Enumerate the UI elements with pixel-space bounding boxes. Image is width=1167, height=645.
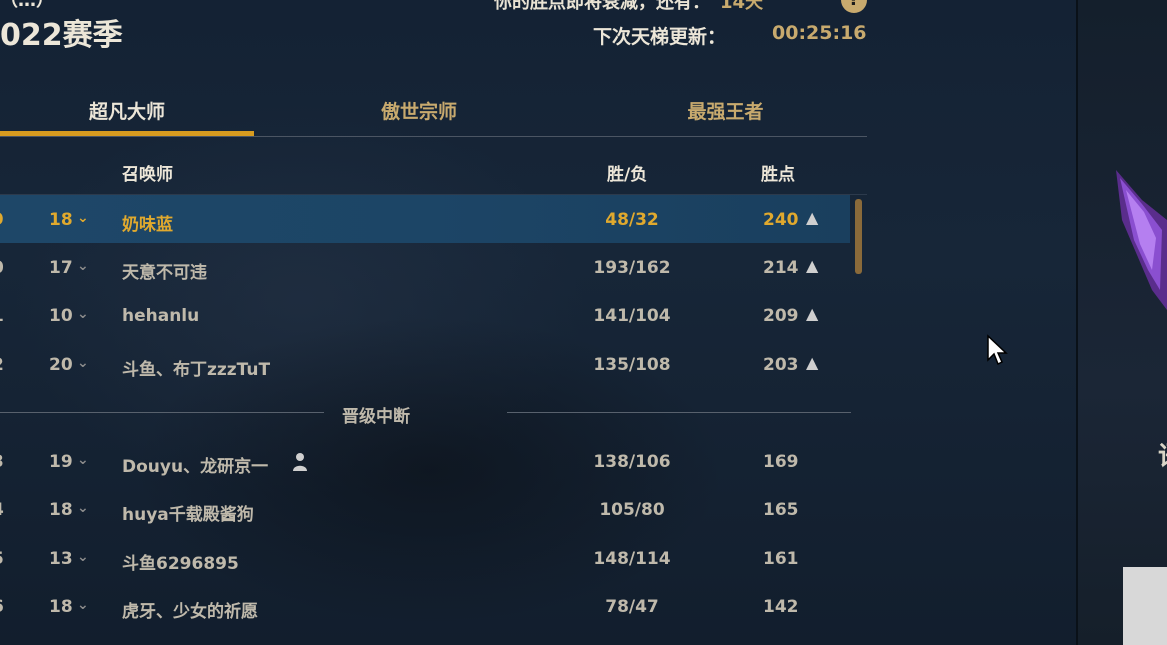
table-row[interactable]: 4 18 ⌄ huya千载殿酱狗 105/80 165: [0, 485, 850, 533]
row-win-loss: 105/80: [599, 500, 665, 520]
tabs-divider: [0, 136, 867, 137]
row-prev-rank: 18: [49, 597, 73, 617]
person-icon: [293, 453, 307, 471]
decay-notice: 你的胜点即将衰减，还有： 14天: [494, 0, 763, 14]
crystal-emblem-icon: [1116, 170, 1167, 310]
row-win-loss: 78/47: [605, 597, 659, 617]
chevron-down-icon[interactable]: ⌄: [77, 306, 89, 322]
ladder-update-label: 下次天梯更新：: [593, 26, 727, 48]
column-header-points: 胜点: [761, 165, 795, 185]
row-rank: 0: [0, 258, 4, 278]
chevron-down-icon[interactable]: ⌄: [77, 258, 89, 274]
row-rank: 4: [0, 500, 4, 520]
right-panel-glyph: 语: [1158, 436, 1167, 473]
row-summoner-name: 天意不可违: [122, 263, 207, 283]
row-points: 142: [763, 597, 799, 617]
chevron-down-icon[interactable]: ⌄: [77, 355, 89, 371]
row-prev-rank: 18: [49, 500, 73, 520]
row-summoner-name: 奶味蓝: [122, 215, 173, 235]
table-row[interactable]: 9 18 ⌄ 奶味蓝 48/32 240 ▲: [0, 195, 850, 243]
row-prev-rank: 13: [49, 549, 73, 569]
row-summoner-name: hehanlu: [122, 306, 200, 326]
promotion-break-label: 晋级中断: [342, 407, 410, 427]
table-row[interactable]: 0 17 ⌄ 天意不可违 193/162 214 ▲: [0, 243, 850, 291]
row-points: 169: [763, 452, 799, 472]
chevron-down-icon[interactable]: ⌄: [77, 452, 89, 468]
decay-notice-text: 你的胜点即将衰减，还有：: [494, 0, 710, 13]
row-summoner-name: 斗鱼、布丁zzzTuT: [122, 360, 271, 380]
ladder-update-time: 00:25:16: [772, 22, 867, 44]
active-tab-underline: [0, 131, 254, 136]
row-prev-rank: 18: [49, 210, 73, 230]
row-summoner-name: huya千载殿酱狗: [122, 505, 254, 525]
row-points: 161: [763, 549, 799, 569]
table-row[interactable]: 3 19 ⌄ Douyu、龙研京一 138/106 169: [0, 437, 850, 485]
row-prev-rank: 19: [49, 452, 73, 472]
column-header-win-loss: 胜/负: [607, 165, 648, 185]
row-rank: 1: [0, 306, 4, 326]
row-win-loss: 148/114: [593, 549, 671, 569]
table-row[interactable]: 5 13 ⌄ 斗鱼6296895 148/114 161: [0, 534, 850, 582]
row-summoner-name: 虎牙、少女的祈愿: [122, 602, 258, 622]
promotion-divider-right: [507, 412, 851, 413]
season-title: 022赛季: [0, 18, 123, 53]
row-rank: 9: [0, 210, 4, 230]
row-win-loss: 138/106: [593, 452, 671, 472]
row-rank: 6: [0, 597, 4, 617]
row-prev-rank: 20: [49, 355, 73, 375]
trend-up-icon: ▲: [806, 304, 819, 323]
tab-grandmaster[interactable]: 傲世宗师: [254, 95, 584, 137]
promotion-divider-left: [0, 412, 324, 413]
row-prev-rank: 17: [49, 258, 73, 278]
column-header-summoner: 召唤师: [122, 165, 173, 185]
scrollbar-thumb[interactable]: [855, 199, 862, 274]
grey-overlay-box: [1123, 567, 1167, 645]
chevron-down-icon[interactable]: ⌄: [77, 500, 89, 516]
trend-up-icon: ▲: [806, 353, 819, 372]
row-points: 203: [763, 355, 799, 375]
row-summoner-name: Douyu、龙研京一: [122, 457, 269, 477]
mouse-cursor-icon: [987, 334, 1008, 366]
row-points: 240: [763, 210, 799, 230]
tab-challenger[interactable]: 最强王者: [584, 95, 867, 137]
table-row[interactable]: 1 10 ⌄ hehanlu 141/104 209 ▲: [0, 291, 850, 339]
row-summoner-name: 斗鱼6296895: [122, 554, 239, 574]
row-points: 214: [763, 258, 799, 278]
row-rank: 5: [0, 549, 4, 569]
row-prev-rank: 10: [49, 306, 73, 326]
chevron-down-icon[interactable]: ⌄: [77, 549, 89, 565]
row-win-loss: 135/108: [593, 355, 671, 375]
row-points: 165: [763, 500, 799, 520]
trend-up-icon: ▲: [806, 256, 819, 275]
chevron-down-icon[interactable]: ⌄: [77, 210, 89, 226]
row-points: 209: [763, 306, 799, 326]
table-row[interactable]: 6 18 ⌄ 虎牙、少女的祈愿 78/47 142: [0, 582, 850, 630]
chevron-down-icon[interactable]: ⌄: [77, 597, 89, 613]
trend-up-icon: ▲: [806, 208, 819, 227]
right-side-panel: [1076, 0, 1167, 645]
row-rank: 2: [0, 355, 4, 375]
row-rank: 3: [0, 452, 4, 472]
row-win-loss: 141/104: [593, 306, 671, 326]
decay-days: 14天: [720, 0, 764, 13]
table-row[interactable]: 2 20 ⌄ 斗鱼、布丁zzzTuT 135/108 203 ▲: [0, 340, 850, 388]
row-win-loss: 193/162: [593, 258, 671, 278]
row-win-loss: 48/32: [605, 210, 659, 230]
